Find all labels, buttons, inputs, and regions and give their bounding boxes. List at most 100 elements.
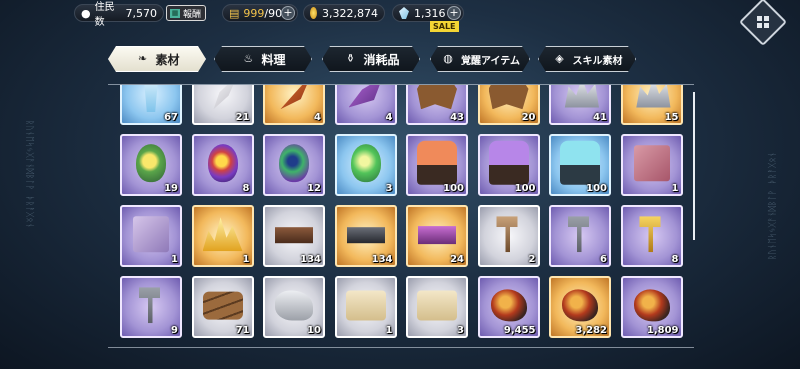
item-slot-cyan-golem-core[interactable]: 100: [549, 134, 611, 196]
potion-icon: ⚱: [345, 52, 356, 65]
category-tabs: ❧ 素材 ♨ 料理 ⚱ 消耗品 ◍ 覚醒アイテム ◈ スキル素材: [108, 46, 648, 74]
tab-awakening-items[interactable]: ◍ 覚醒アイテム: [430, 46, 530, 72]
bronze-ingot-icon: [275, 227, 313, 244]
item-slot-orange-horn[interactable]: 4: [263, 85, 325, 125]
item-grid-panel[interactable]: 67 21 4 4 43 20 41 15 19 8 12 3 100 100 100 1 1 1 134 134 24…: [108, 84, 694, 348]
item-count: 20: [521, 112, 536, 123]
gold-nugget-icon: [202, 217, 243, 252]
crimson-ore-icon: [633, 289, 670, 322]
item-grid-scrollbar[interactable]: [693, 92, 695, 240]
item-slot-silver-ore[interactable]: 41: [549, 85, 611, 125]
tab-label: スキル素材: [572, 55, 623, 67]
stone-block-icon: [275, 290, 313, 321]
old-map-scroll-icon: [345, 290, 386, 321]
item-count: 6: [600, 254, 607, 265]
item-slot-blazing-ore[interactable]: 3,282: [549, 276, 611, 338]
tab-materials[interactable]: ❧ 素材: [108, 46, 206, 72]
pot-icon: ♨: [243, 52, 254, 65]
item-count: 4: [314, 112, 321, 123]
item-slot-blue-crystal-cluster[interactable]: 15: [620, 85, 683, 125]
gold-counter: 3,322,874: [303, 4, 385, 22]
gem-plus-button[interactable]: +: [447, 6, 461, 20]
item-count: 41: [593, 112, 607, 123]
tab-label: 消耗品: [363, 52, 400, 67]
item-count: 15: [664, 112, 679, 123]
item-count: 134: [371, 254, 393, 265]
item-count: 67: [164, 112, 178, 123]
blazing-ore-icon: [562, 289, 598, 322]
item-slot-iron-hammer[interactable]: 6: [549, 205, 611, 267]
item-slot-crimson-ore[interactable]: 1,809: [620, 276, 683, 338]
item-slot-crystal-shard[interactable]: 67: [120, 85, 182, 125]
item-slot-wooden-hammer[interactable]: 2: [477, 205, 540, 267]
population-counter: ● 住民数 7,570: [74, 2, 164, 28]
yellow-spirit-gem-icon: [136, 144, 166, 183]
item-count: 1: [171, 254, 178, 265]
item-slot-peacock-spirit-gem[interactable]: 12: [263, 134, 325, 196]
item-slot-lilac-rune-tablet[interactable]: 1: [120, 205, 182, 267]
violet-golem-core-icon: [488, 140, 529, 185]
item-slot-yellow-spirit-gem[interactable]: 19: [120, 134, 182, 196]
item-slot-treasure-map-scroll[interactable]: 3: [406, 276, 468, 338]
item-count: 3: [457, 325, 464, 336]
item-slot-red-rune-tablet[interactable]: 1: [620, 134, 683, 196]
population-value: 7,570: [125, 6, 158, 20]
item-slot-red-golem-core[interactable]: 100: [406, 134, 468, 196]
item-slot-magic-ingot[interactable]: 24: [406, 205, 468, 267]
storage-plus-button[interactable]: +: [281, 6, 295, 20]
red-golem-core-icon: [417, 140, 457, 185]
orange-horn-icon: [280, 85, 311, 110]
item-count: 4: [385, 112, 393, 123]
item-count: 3,282: [575, 325, 607, 336]
item-slot-brown-pelt[interactable]: 20: [477, 85, 540, 125]
item-count: 100: [443, 183, 464, 194]
item-slot-violet-golem-core[interactable]: 100: [477, 134, 540, 196]
storage-icon: ▤: [229, 6, 240, 20]
tab-consumables[interactable]: ⚱ 消耗品: [322, 46, 420, 72]
item-slot-purple-feather[interactable]: 4: [334, 85, 397, 125]
tab-skill-materials[interactable]: ◈ スキル素材: [538, 46, 636, 72]
item-slot-ember-ore[interactable]: 9,455: [477, 276, 540, 338]
coin-icon: [310, 7, 318, 19]
item-count: 1,809: [646, 325, 679, 336]
item-count: 1: [385, 325, 393, 336]
item-slot-white-claw[interactable]: 21: [191, 85, 254, 125]
item-slot-lumber[interactable]: 71: [191, 276, 254, 338]
green-spirit-gem-icon: [350, 144, 381, 183]
iron-hammer-icon: [568, 216, 589, 253]
main-menu-button[interactable]: [738, 0, 788, 47]
skill-icon: ◈: [555, 52, 564, 65]
item-slot-stone-block[interactable]: 10: [263, 276, 325, 338]
report-icon: ▦: [170, 8, 180, 18]
left-glyph-decoration: ᚱᚢᚾᛖᛋᛃᚷᚨᚾᛞᛒᛚᚹ ᚦᚱᚨᚷᛟᚾ: [24, 120, 34, 229]
report-label: 報酬: [183, 9, 202, 20]
report-button[interactable]: ▦ 報酬: [166, 5, 206, 21]
item-slot-golden-hammer[interactable]: 8: [620, 205, 683, 267]
gem-value: 1,316: [414, 6, 446, 20]
item-count: 1: [671, 183, 679, 194]
item-slot-gold-nugget[interactable]: 1: [191, 205, 254, 267]
item-count: 21: [235, 112, 250, 123]
iron-ingot-icon: [346, 227, 385, 244]
awaken-icon: ◍: [443, 52, 453, 65]
storage-value: 999: [243, 6, 265, 20]
item-count: 100: [514, 183, 536, 194]
sale-badge: SALE: [430, 21, 459, 32]
item-slot-beast-hide[interactable]: 43: [406, 85, 468, 125]
silver-ore-icon: [564, 85, 599, 108]
item-slot-war-hammer[interactable]: 9: [120, 276, 182, 338]
tab-cooking[interactable]: ♨ 料理: [214, 46, 312, 72]
item-count: 8: [671, 254, 679, 265]
red-rune-tablet-icon: [633, 145, 670, 182]
item-slot-old-map-scroll[interactable]: 1: [334, 276, 397, 338]
item-slot-rainbow-spirit-gem[interactable]: 8: [191, 134, 254, 196]
gold-value: 3,322,874: [322, 6, 378, 20]
person-icon: ●: [81, 6, 91, 20]
item-slot-iron-ingot[interactable]: 134: [334, 205, 397, 267]
item-slot-green-spirit-gem[interactable]: 3: [334, 134, 397, 196]
item-slot-bronze-ingot[interactable]: 134: [263, 205, 325, 267]
item-count: 134: [300, 254, 321, 265]
treasure-map-scroll-icon: [417, 290, 457, 321]
top-hud: ● 住民数 7,570 ▦ 報酬 ▤ 999 /90 + 3,322,874 1…: [0, 0, 800, 47]
tab-label: 覚醒アイテム: [461, 55, 520, 67]
